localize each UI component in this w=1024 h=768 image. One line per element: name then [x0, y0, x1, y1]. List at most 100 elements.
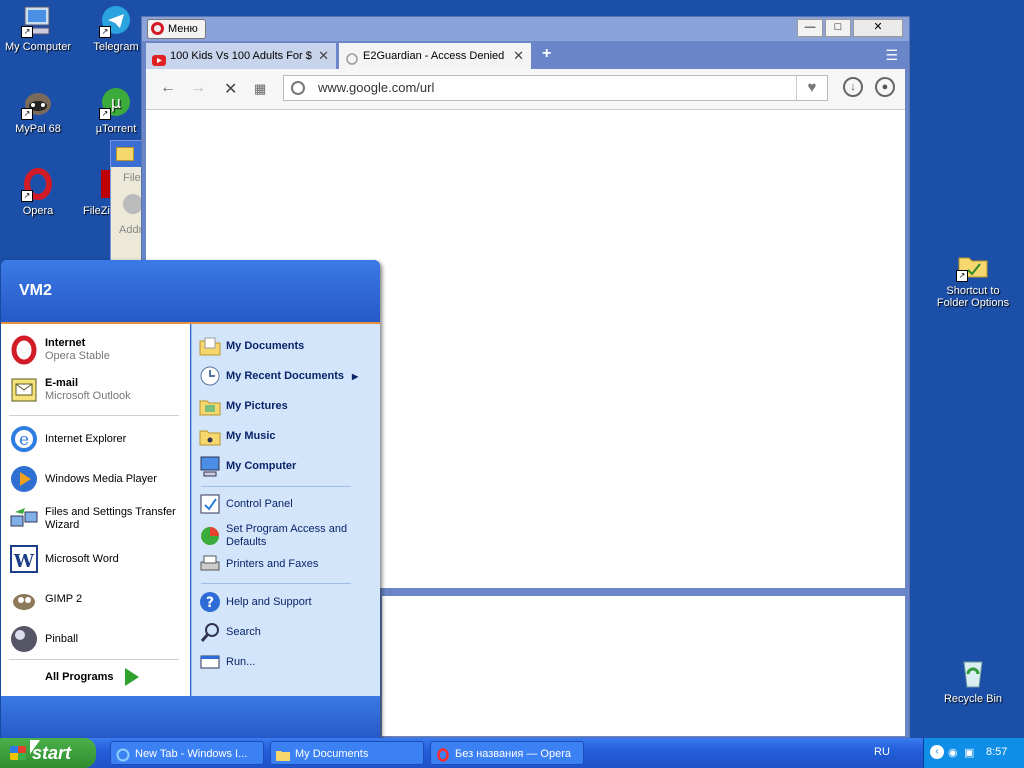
- item-title: Run...: [226, 656, 256, 668]
- start-item-run[interactable]: Run...: [199, 649, 255, 675]
- svg-text:W: W: [13, 551, 35, 572]
- speed-dial-icon[interactable]: ▦: [254, 81, 266, 97]
- separator: [201, 486, 351, 487]
- start-item-recent-documents[interactable]: My Recent Documents ▶: [199, 363, 358, 389]
- taskbar-button-ie[interactable]: New Tab - Windows I...: [110, 741, 264, 765]
- start-item-my-computer[interactable]: My Computer: [199, 453, 296, 479]
- item-title: My Music: [226, 430, 276, 442]
- opera-menu-label: Меню: [168, 23, 198, 35]
- all-programs-button[interactable]: All Programs: [45, 668, 140, 686]
- opera-menu-button[interactable]: Меню: [147, 19, 206, 39]
- tab-menu-icon[interactable]: ☰: [885, 47, 898, 64]
- minimize-button[interactable]: —: [797, 19, 823, 37]
- browser-titlebar[interactable]: Меню — □ ✕: [142, 17, 909, 41]
- start-item-pinball[interactable]: Pinball: [9, 623, 78, 655]
- new-tab-button[interactable]: +: [542, 45, 551, 63]
- printer-icon: [199, 553, 221, 575]
- desktop-icon-label: My Computer: [4, 41, 72, 53]
- tab-e2guardian[interactable]: E2Guardian - Access Denied ✕: [339, 43, 531, 69]
- svg-text:µ: µ: [111, 93, 121, 112]
- site-info-icon[interactable]: [291, 81, 305, 95]
- start-item-media-player[interactable]: Windows Media Player: [9, 463, 157, 495]
- start-item-internet-explorer[interactable]: e Internet Explorer: [9, 423, 126, 455]
- start-item-control-panel[interactable]: Control Panel: [199, 491, 293, 517]
- taskbar-button-opera[interactable]: Без названия — Opera: [430, 741, 584, 765]
- tab-close-icon[interactable]: ✕: [318, 43, 329, 69]
- maximize-button[interactable]: □: [825, 19, 851, 37]
- start-item-search[interactable]: Search: [199, 619, 261, 645]
- folder-icon: [116, 147, 134, 161]
- start-item-my-pictures[interactable]: My Pictures: [199, 393, 288, 419]
- explorer-menu-file[interactable]: File: [111, 167, 145, 184]
- tab-youtube[interactable]: 100 Kids Vs 100 Adults For $ ✕: [146, 43, 336, 69]
- pictures-icon: [199, 395, 221, 417]
- desktop-icon-filezilla[interactable]: FileZi: [79, 168, 113, 217]
- start-button[interactable]: start: [0, 738, 96, 768]
- item-title: Search: [226, 626, 261, 638]
- opera-icon: ↗: [21, 168, 55, 202]
- start-item-email[interactable]: E-mail Microsoft Outlook: [9, 374, 131, 406]
- start-item-printers[interactable]: Printers and Faxes: [199, 551, 318, 577]
- download-icon[interactable]: ↓: [843, 77, 863, 97]
- desktop-icon-label: Opera: [22, 205, 54, 217]
- item-title: E-mail: [45, 377, 79, 389]
- desktop-icon-label: Recycle Bin: [943, 693, 1003, 705]
- desktop-icon-folder-options[interactable]: ↗ Shortcut to Folder Options: [936, 248, 1010, 309]
- item-title: Help and Support: [226, 596, 312, 608]
- mouse-cursor-icon: [30, 740, 40, 754]
- pinball-icon: [9, 624, 39, 654]
- item-title: Internet Explorer: [45, 432, 127, 445]
- start-item-my-documents[interactable]: My Documents: [199, 333, 304, 359]
- desktop-icon-mypal[interactable]: ↗ MyPal 68: [1, 86, 75, 135]
- item-title: GIMP 2: [45, 592, 83, 605]
- bookmark-heart-icon[interactable]: ♥: [796, 76, 827, 100]
- back-icon[interactable]: ←: [160, 79, 176, 97]
- show-hidden-icons-icon[interactable]: ‹: [930, 745, 944, 759]
- desktop-icon-label: MyPal 68: [15, 123, 61, 135]
- desktop-icon-opera[interactable]: ↗ Opera: [1, 168, 75, 217]
- start-item-word[interactable]: W Microsoft Word: [9, 543, 119, 575]
- start-item-help[interactable]: ? Help and Support: [199, 589, 312, 615]
- language-indicator[interactable]: RU: [874, 746, 890, 758]
- media-player-icon: [9, 464, 39, 494]
- item-title: Control Panel: [226, 498, 293, 510]
- taskbar-button-my-documents[interactable]: My Documents: [270, 741, 424, 765]
- tab-label: 100 Kids Vs 100 Adults For $: [170, 50, 312, 62]
- tab-close-icon[interactable]: ✕: [513, 43, 524, 69]
- youtube-icon: [152, 50, 166, 66]
- start-menu: VM2 Internet Opera Stable E-mail Microsoft…: [1, 260, 380, 738]
- desktop-icon-recycle-bin[interactable]: Recycle Bin: [936, 656, 1010, 705]
- explorer-titlebar[interactable]: [111, 141, 145, 167]
- ie-icon: [116, 747, 130, 762]
- clock[interactable]: 8:57: [986, 746, 1007, 758]
- forward-icon[interactable]: →: [190, 79, 206, 97]
- start-item-my-music[interactable]: My Music: [199, 423, 276, 449]
- start-item-program-defaults[interactable]: Set Program Access and Defaults: [199, 521, 351, 551]
- item-title: Set Program Access and Defaults: [226, 523, 348, 548]
- tray-app-icon[interactable]: ◉: [948, 746, 958, 759]
- item-title: Pinball: [45, 632, 79, 645]
- stop-icon[interactable]: ✕: [224, 79, 237, 99]
- my-computer-icon: [199, 455, 221, 477]
- address-bar[interactable]: ♥: [283, 75, 828, 101]
- loading-icon: [345, 50, 359, 65]
- item-title: My Documents: [226, 340, 305, 352]
- back-icon[interactable]: [123, 194, 143, 214]
- account-icon[interactable]: ●: [875, 77, 895, 97]
- item-title: Files and Settings Transfer Wizard: [45, 506, 176, 531]
- start-item-internet[interactable]: Internet Opera Stable: [9, 334, 110, 366]
- search-icon: [199, 621, 221, 643]
- url-input[interactable]: [316, 79, 790, 96]
- tray-network-icon[interactable]: ▣: [964, 746, 974, 759]
- item-title: Internet: [45, 337, 86, 349]
- item-title: My Pictures: [226, 400, 288, 412]
- desktop-icon-label: FileZi: [83, 205, 110, 217]
- desktop-icon-my-computer[interactable]: ↗ My Computer: [1, 4, 75, 53]
- start-item-transfer-wizard[interactable]: Files and Settings Transfer Wizard: [9, 503, 180, 535]
- close-button[interactable]: ✕: [853, 19, 903, 37]
- svg-text:e: e: [19, 430, 29, 450]
- item-title: Printers and Faxes: [226, 558, 319, 570]
- item-subtitle: Opera Stable: [45, 350, 110, 362]
- start-item-gimp[interactable]: GIMP 2: [9, 583, 82, 615]
- start-menu-footer: [1, 696, 380, 738]
